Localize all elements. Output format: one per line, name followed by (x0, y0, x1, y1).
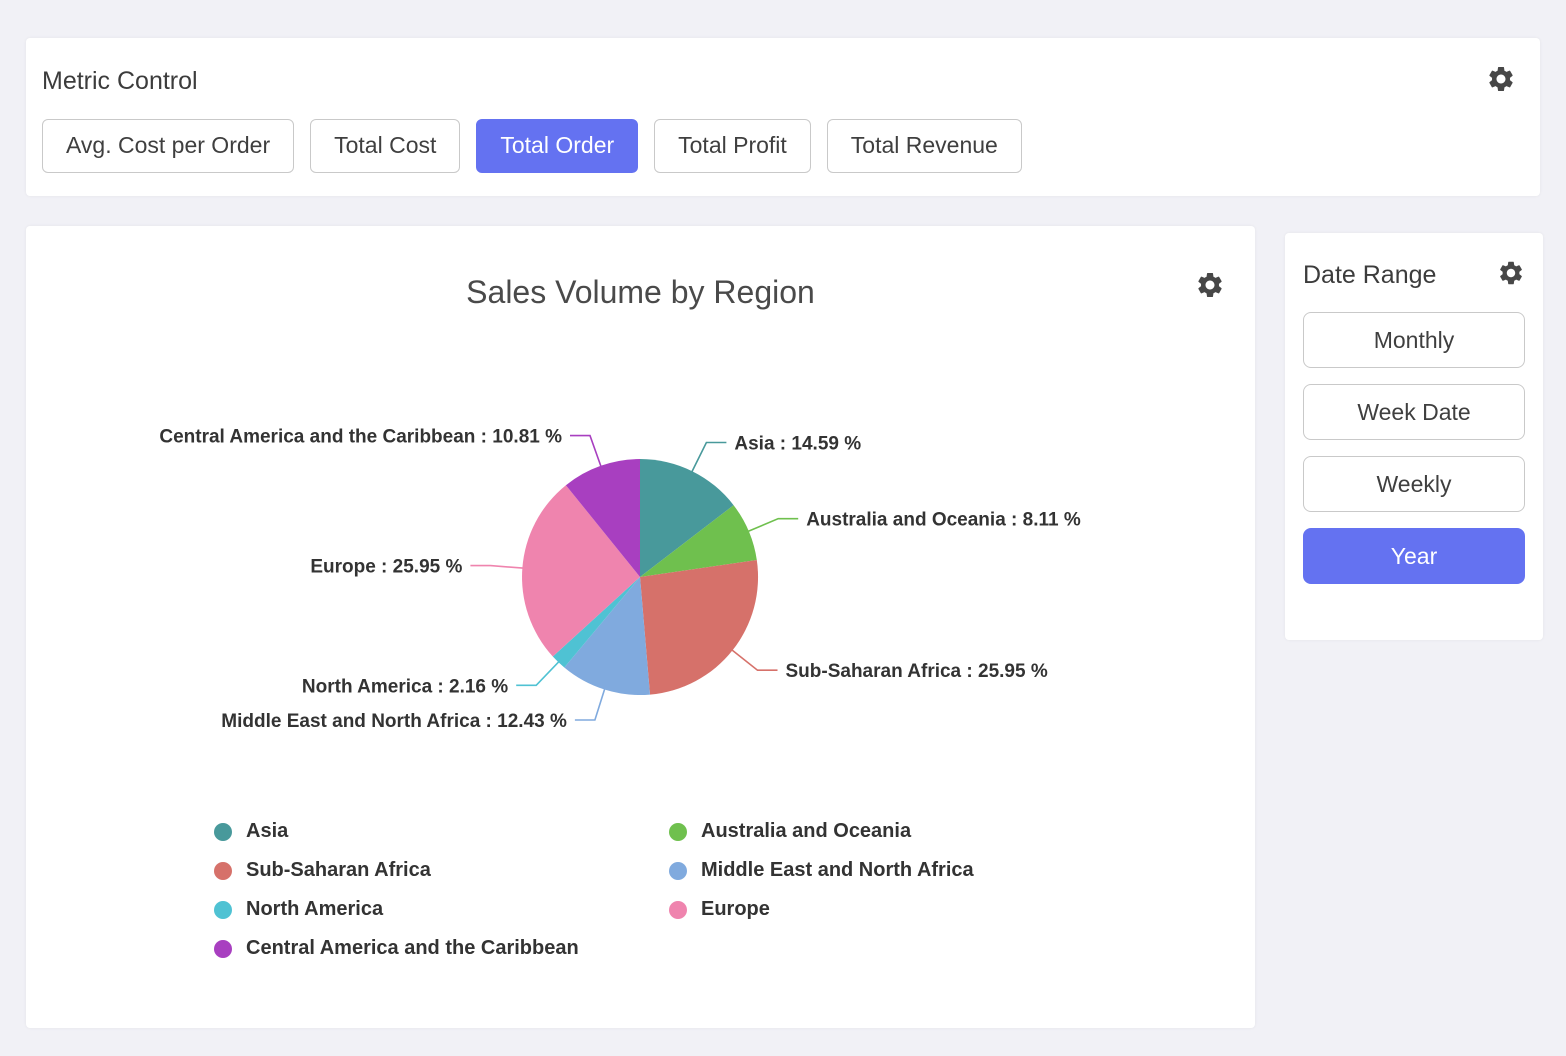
pie-label-line-middle-east-and-north-africa (575, 688, 605, 720)
gear-icon[interactable] (1497, 259, 1525, 292)
metric-button-total-revenue[interactable]: Total Revenue (827, 119, 1022, 173)
date-range-header: Date Range (1303, 259, 1525, 292)
legend-label-australia-and-oceania: Australia and Oceania (701, 820, 911, 843)
date-range-button-weekly[interactable]: Weekly (1303, 456, 1525, 512)
pie-label-australia-and-oceania: Australia and Oceania : 8.11 % (806, 510, 1081, 531)
metric-button-total-cost[interactable]: Total Cost (310, 119, 460, 173)
dashboard-page: { "colors": { "accent": "#6472f1", "page… (0, 0, 1566, 1056)
legend-dot-north-america (214, 901, 232, 919)
legend-dot-central-america-and-the-caribbean (214, 940, 232, 958)
date-range-title: Date Range (1303, 261, 1436, 290)
legend-item-europe[interactable]: Europe (669, 898, 1124, 921)
pie-label-line-north-america (516, 661, 560, 686)
pie-label-line-europe (470, 566, 524, 569)
pie-label-central-america-and-the-caribbean: Central America and the Caribbean : 10.8… (159, 427, 562, 448)
gear-icon (1195, 270, 1225, 300)
legend-label-sub-saharan-africa: Sub-Saharan Africa (246, 859, 431, 882)
legend-label-middle-east-and-north-africa: Middle East and North Africa (701, 859, 974, 882)
pie-label-line-sub-saharan-africa (731, 649, 778, 670)
chart-title: Sales Volume by Region (26, 226, 1255, 326)
legend-dot-sub-saharan-africa (214, 862, 232, 880)
pie-label-line-central-america-and-the-caribbean (570, 436, 601, 468)
date-range-buttons: Monthly Week Date Weekly Year (1303, 312, 1525, 584)
metric-button-avg-cost-per-order[interactable]: Avg. Cost per Order (42, 119, 294, 173)
legend-item-asia[interactable]: Asia (214, 820, 669, 843)
pie-slice-sub-saharan-africa[interactable] (640, 560, 758, 695)
metric-control-card: Metric Control Avg. Cost per Order Total … (26, 38, 1540, 196)
metric-control-title: Metric Control (42, 67, 198, 96)
date-range-button-monthly[interactable]: Monthly (1303, 312, 1525, 368)
date-range-button-week-date[interactable]: Week Date (1303, 384, 1525, 440)
metric-control-header: Metric Control (42, 64, 1516, 99)
gear-icon (1497, 259, 1525, 287)
metric-button-total-profit[interactable]: Total Profit (654, 119, 811, 173)
pie-label-line-asia (691, 443, 726, 474)
legend-label-central-america-and-the-caribbean: Central America and the Caribbean (246, 937, 579, 960)
metric-button-total-order[interactable]: Total Order (476, 119, 638, 173)
chart-legend: Asia Australia and Oceania Sub-Saharan Afr… (214, 820, 1255, 960)
legend-item-australia-and-oceania[interactable]: Australia and Oceania (669, 820, 1124, 843)
legend-label-europe: Europe (701, 898, 770, 921)
legend-item-central-america-and-the-caribbean[interactable]: Central America and the Caribbean (214, 937, 669, 960)
legend-dot-europe (669, 901, 687, 919)
legend-label-north-america: North America (246, 898, 383, 921)
legend-label-asia: Asia (246, 820, 288, 843)
pie-label-line-australia-and-oceania (747, 519, 798, 532)
legend-item-north-america[interactable]: North America (214, 898, 669, 921)
legend-item-sub-saharan-africa[interactable]: Sub-Saharan Africa (214, 859, 669, 882)
gear-icon[interactable] (1486, 64, 1516, 99)
gear-icon (1486, 64, 1516, 94)
gear-icon[interactable] (1195, 270, 1225, 305)
pie-label-asia: Asia : 14.59 % (734, 434, 861, 455)
pie-label-sub-saharan-africa: Sub-Saharan Africa : 25.95 % (786, 661, 1048, 682)
pie-label-europe: Europe : 25.95 % (310, 557, 462, 578)
date-range-card: Date Range Monthly Week Date Weekly Year (1285, 233, 1543, 640)
pie-label-middle-east-and-north-africa: Middle East and North Africa : 12.43 % (221, 711, 567, 732)
pie-label-north-america: North America : 2.16 % (302, 676, 508, 697)
legend-dot-middle-east-and-north-africa (669, 862, 687, 880)
legend-dot-australia-and-oceania (669, 823, 687, 841)
date-range-button-year[interactable]: Year (1303, 528, 1525, 584)
chart-card: Sales Volume by Region Asia : 14.59 % Aus… (26, 226, 1255, 1028)
legend-dot-asia (214, 823, 232, 841)
pie-chart: Asia : 14.59 % Australia and Oceania : 8.… (26, 326, 1255, 796)
metric-control-buttons: Avg. Cost per Order Total Cost Total Order… (42, 119, 1516, 173)
legend-item-middle-east-and-north-africa[interactable]: Middle East and North Africa (669, 859, 1124, 882)
